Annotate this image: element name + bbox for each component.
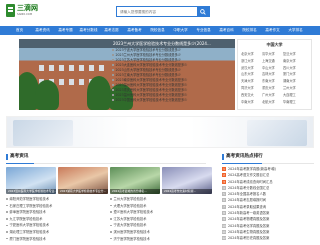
site-logo[interactable]: 三滴网 SANDI.COM (6, 4, 44, 20)
slider-caption[interactable]: 2023兰州大学医学检验技术专业分数线是多少(2024... (19, 39, 235, 48)
rank-number: 3 (222, 179, 226, 184)
university-link[interactable]: 武汉大学 (241, 65, 262, 72)
card-caption: 2024高考最难的省份排名... (110, 189, 160, 194)
university-link[interactable]: 西安交大 (241, 92, 262, 99)
nav-item[interactable]: 中职大学 (169, 26, 192, 35)
list-item[interactable]: 2023中国医科大学医学检验技术专业分数线是多少 (112, 98, 223, 103)
rank-number: 10 (222, 223, 226, 228)
university-link[interactable]: 南京大学 (283, 58, 304, 65)
rank-number: 12 (222, 236, 226, 241)
university-link[interactable]: 吉林大学 (262, 71, 283, 78)
ad-banner[interactable] (6, 116, 314, 148)
news-card[interactable]: 2024高考作文素材积累... (162, 167, 212, 194)
university-box: 中国大学 北京大学 清华大学 复旦大学 浙江大学 上海交通 南京大学 武汉大学 中山大学四… (237, 39, 312, 110)
news-list-left: 绵阳师范学院医学检验技术 石家庄理工学院医学检验技术 蚌埠医学院医学检验技术 九… (6, 196, 106, 242)
list-item[interactable]: 滨州医学院医学检验技术 (110, 229, 210, 236)
divider-accent (222, 163, 262, 164)
slider-news-list: 2023宁波大学医学检验技术专业分数线是多少 2023兰州大学医学检验技术专业分… (112, 48, 223, 107)
university-link[interactable]: 上海交通 (262, 58, 283, 65)
list-item[interactable]: 绵阳师范学院医学检验技术 (6, 196, 106, 203)
search-box (116, 6, 210, 17)
nav-item[interactable]: 高考资讯 (31, 26, 54, 35)
university-link[interactable]: 重庆大学 (262, 85, 283, 92)
list-item[interactable]: 宁夏医科大学医学检验技术 (6, 222, 106, 229)
list-item[interactable]: 蚌埠医学院医学检验技术 (6, 209, 106, 216)
rank-number: 7 (222, 204, 226, 209)
card-caption: 2023温州医科大学医学检验技术专业... (6, 189, 56, 194)
nav-item[interactable]: 专业信息 (192, 26, 215, 35)
university-link[interactable]: 复旦大学 (283, 51, 304, 58)
logo-text: 三滴网 (17, 4, 38, 12)
university-grid: 北京大学 清华大学 复旦大学 浙江大学 上海交通 南京大学 武汉大学 中山大学 四川大学 山… (241, 51, 310, 105)
university-link[interactable]: 中南大学 (241, 99, 262, 106)
rank-number: 11 (222, 229, 226, 234)
rank-number: 5 (222, 192, 226, 197)
nav-item[interactable]: 院校信息 (146, 26, 169, 35)
university-link[interactable]: 山东大学 (241, 71, 262, 78)
university-link[interactable]: 厦门大学 (283, 71, 304, 78)
list-item[interactable]: 厦门医学院医学检验技术 (6, 236, 106, 243)
news-list-middle: 兰州大学医学检验技术 大理大学医学检验技术 遵义医科大学医学检验技术 江苏大学医… (110, 196, 210, 242)
list-item[interactable]: 九江学院医学检验技术 (6, 216, 106, 223)
nav-item[interactable]: 首页 (8, 26, 31, 35)
university-link[interactable]: 天津大学 (241, 78, 262, 85)
nav-item[interactable]: 大学排名 (284, 26, 307, 35)
university-link[interactable]: 北航大学 (262, 99, 283, 106)
university-link[interactable]: 四川大学 (283, 65, 304, 72)
list-item[interactable]: 宁波大学医学检验技术 (110, 222, 210, 229)
list-item[interactable]: 大理大学医学检验技术 (110, 203, 210, 210)
section-title: 中国大学 (266, 42, 283, 47)
rank-number: 8 (222, 211, 226, 216)
university-link[interactable]: 大连理工 (283, 92, 304, 99)
search-input[interactable] (117, 7, 192, 16)
banner-graphic (13, 120, 73, 146)
search-icon (200, 9, 206, 15)
nav-item[interactable]: 院校排名 (238, 26, 261, 35)
list-item[interactable]: 兰州大学医学检验技术 (110, 196, 210, 203)
divider (6, 163, 206, 164)
ranking-item[interactable]: 12 2024年高考历史真题及答案 (222, 235, 314, 241)
university-link[interactable]: 清华大学 (262, 51, 283, 58)
logo-subtext: SANDI.COM (17, 13, 33, 16)
university-link[interactable]: 华南理工 (283, 99, 304, 106)
rank-number: 2 (222, 173, 226, 178)
site-header: 三滴网 SANDI.COM (0, 0, 320, 26)
nav-item[interactable]: 高考百科 (215, 26, 238, 35)
nav-item[interactable]: 高考备考 (123, 26, 146, 35)
hot-ranking-list: 1 2024年高考数学真题(新高考I卷) 2 2024高考语文作文题目汇总 3 202… (222, 166, 314, 242)
rank-number: 9 (222, 217, 226, 222)
card-caption: 2023湖南大学医学检验技术专业分... (58, 189, 108, 194)
main-nav: 首页 高考资讯 高考专题 高考分数线 高考志愿 高考备考 院校信息 中职大学 专… (0, 26, 320, 35)
university-link[interactable]: 北京大学 (241, 51, 262, 58)
news-card[interactable]: 2023温州医科大学医学检验技术专业... (6, 167, 56, 194)
news-card[interactable]: 2023湖南大学医学检验技术专业分... (58, 167, 108, 194)
university-link[interactable]: 广州大学 (262, 92, 283, 99)
banner-graphic (247, 120, 307, 146)
university-link[interactable]: 浙江大学 (241, 58, 262, 65)
news-card[interactable]: 2024高考最难的省份排名... (110, 167, 160, 194)
nav-item[interactable]: 高考专题 (54, 26, 77, 35)
rank-number: 6 (222, 198, 226, 203)
section-title: 高考资讯 (6, 153, 28, 161)
university-link[interactable]: 中山大学 (262, 65, 283, 72)
card-caption: 2024高考作文素材积累... (162, 189, 212, 194)
university-link[interactable]: 东南大学 (262, 78, 283, 85)
section-title: 高考资讯热点排行 (222, 153, 263, 161)
search-button[interactable] (197, 7, 209, 16)
university-link[interactable]: 湖南大学 (283, 78, 304, 85)
divider-accent (6, 163, 34, 164)
list-item[interactable]: 湖北理工学院医学检验技术 (6, 229, 106, 236)
list-item[interactable]: 石家庄理工学院医学检验技术 (6, 203, 106, 210)
list-item[interactable]: 济宁医学院医学检验技术 (110, 236, 210, 243)
nav-item[interactable]: 高考志愿 (100, 26, 123, 35)
nav-item[interactable]: 高考作文 (261, 26, 284, 35)
university-link[interactable]: 兰州大学 (283, 85, 304, 92)
list-item[interactable]: 遵义医科大学医学检验技术 (110, 209, 210, 216)
logo-icon (6, 4, 15, 17)
list-item[interactable]: 江苏大学医学检验技术 (110, 216, 210, 223)
university-link[interactable]: 同济大学 (241, 85, 262, 92)
rank-number: 4 (222, 185, 226, 190)
nav-item[interactable]: 高考分数线 (77, 26, 100, 35)
rank-number: 1 (222, 167, 226, 171)
